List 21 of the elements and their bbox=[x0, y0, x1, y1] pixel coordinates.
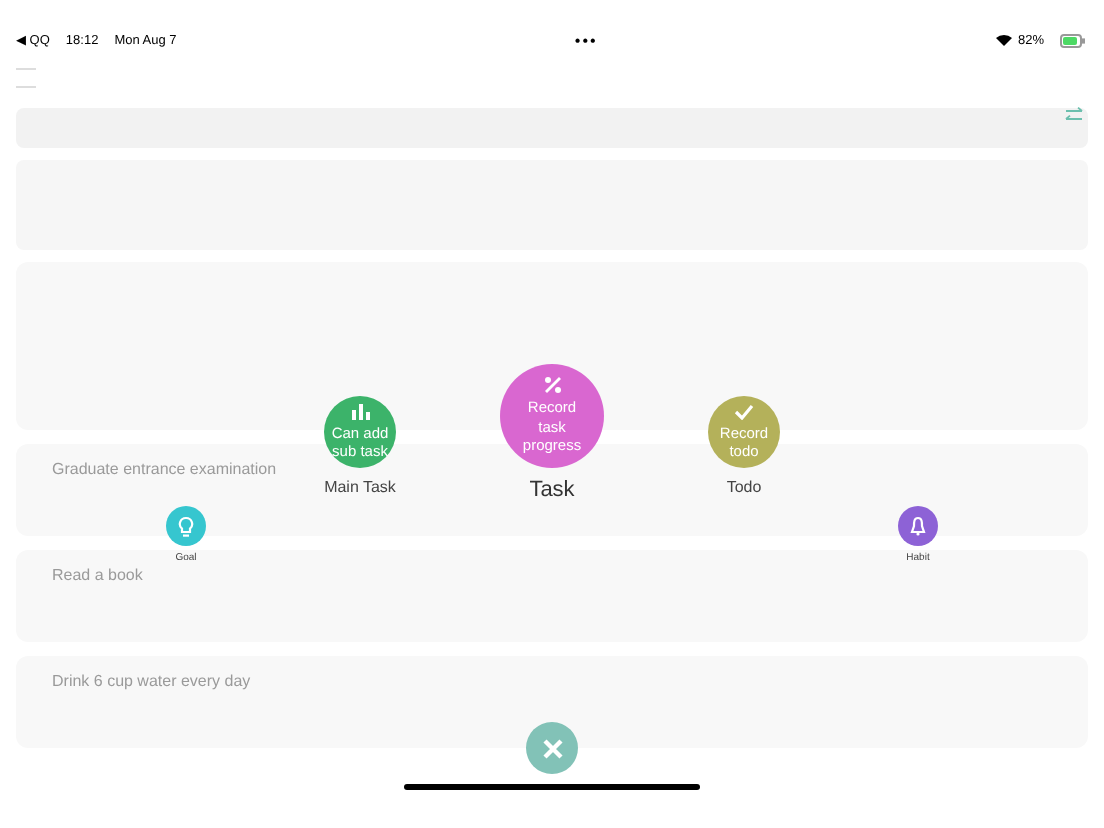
light-bulb-icon bbox=[178, 515, 194, 537]
option-label: Todo bbox=[726, 478, 762, 496]
close-button[interactable] bbox=[526, 722, 578, 774]
task-card[interactable]: Drink 6 cup water every day bbox=[16, 656, 1088, 748]
swap-arrows-icon[interactable] bbox=[1064, 106, 1084, 124]
bar-chart-icon bbox=[351, 403, 369, 420]
add-option-button[interactable] bbox=[898, 506, 938, 546]
check-icon bbox=[734, 403, 754, 420]
task-title: Drink 6 cup water every day bbox=[52, 672, 251, 690]
percent-icon bbox=[543, 376, 561, 395]
menu-icon[interactable] bbox=[16, 68, 36, 88]
battery-icon bbox=[1060, 33, 1086, 47]
wifi-icon bbox=[995, 34, 1012, 46]
option-label: Main Task bbox=[324, 478, 396, 496]
close-icon bbox=[541, 737, 563, 759]
add-option-button[interactable] bbox=[166, 506, 206, 546]
bell-icon bbox=[910, 516, 926, 536]
option-label: Task bbox=[529, 478, 575, 502]
task-title: Read a book bbox=[52, 566, 143, 584]
multitasking-dots[interactable]: ••• bbox=[574, 31, 598, 49]
task-title: Graduate entrance examination bbox=[52, 460, 277, 478]
